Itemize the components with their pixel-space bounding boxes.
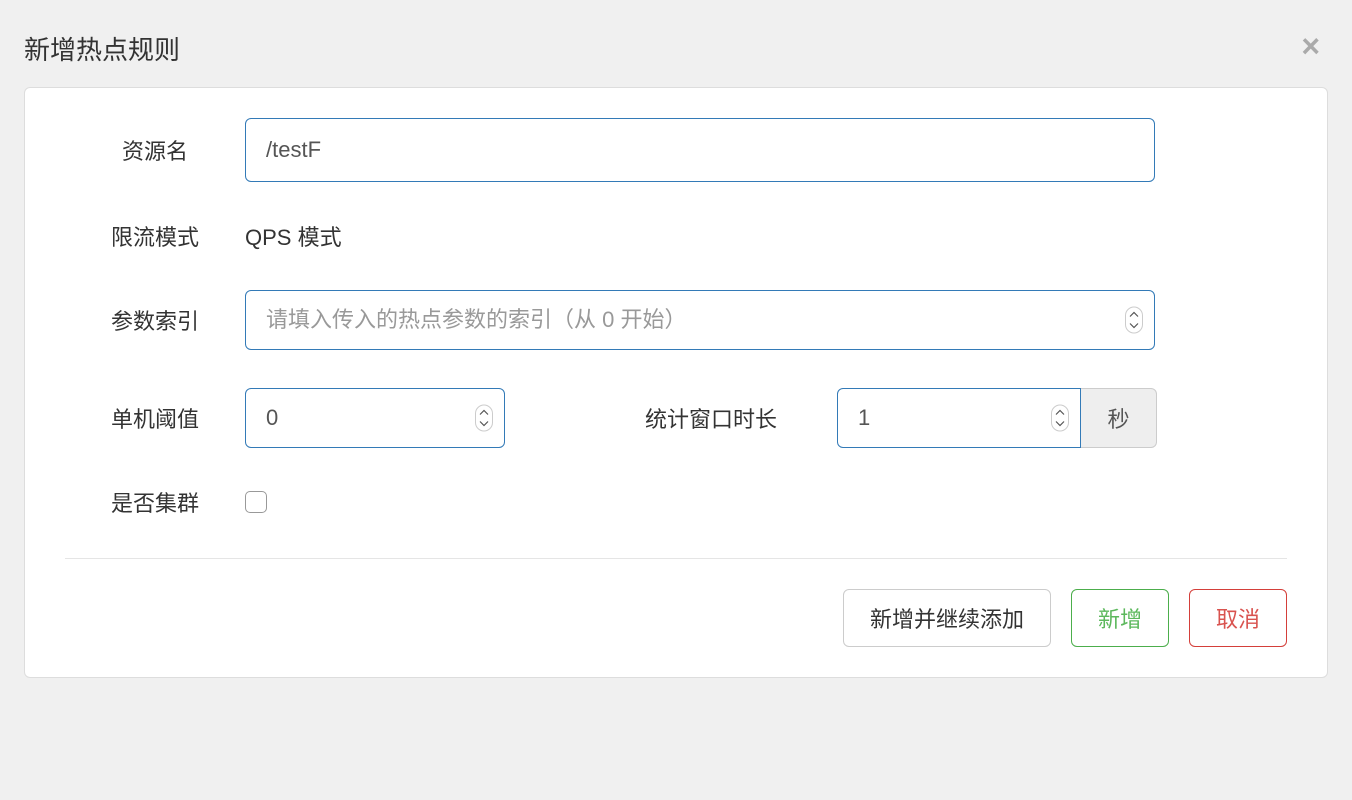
chevron-up-icon[interactable] (1053, 408, 1067, 418)
row-threshold: 单机阈值 统计窗口时长 (65, 388, 1287, 448)
window-spinner[interactable] (1051, 405, 1069, 432)
control-threshold: 统计窗口时长 秒 (245, 388, 1287, 448)
cancel-button[interactable]: 取消 (1189, 589, 1287, 647)
param-index-spinner[interactable] (1125, 307, 1143, 334)
row-param-index: 参数索引 (65, 290, 1287, 350)
label-threshold: 单机阈值 (65, 402, 245, 434)
resource-input[interactable] (245, 118, 1155, 182)
label-window: 统计窗口时长 (645, 402, 777, 434)
chevron-up-icon[interactable] (477, 408, 491, 418)
label-param-index: 参数索引 (65, 304, 245, 336)
label-resource: 资源名 (65, 134, 245, 166)
threshold-group (245, 388, 505, 448)
chevron-down-icon[interactable] (1053, 419, 1067, 429)
label-mode: 限流模式 (65, 220, 245, 252)
label-cluster: 是否集群 (65, 486, 245, 518)
modal-title: 新增热点规则 (24, 30, 180, 67)
close-icon[interactable]: × (1293, 30, 1328, 62)
control-mode: QPS 模式 (245, 220, 1287, 252)
control-param-index (245, 290, 1287, 350)
modal-body: 资源名 限流模式 QPS 模式 参数索引 (24, 87, 1328, 678)
chevron-down-icon[interactable] (1127, 321, 1141, 331)
mode-value: QPS 模式 (245, 220, 342, 252)
window-group: 秒 (837, 388, 1157, 448)
threshold-spinner[interactable] (475, 405, 493, 432)
add-button[interactable]: 新增 (1071, 589, 1169, 647)
chevron-up-icon[interactable] (1127, 310, 1141, 320)
threshold-input[interactable] (245, 388, 505, 448)
control-cluster (245, 491, 1287, 513)
row-mode: 限流模式 QPS 模式 (65, 220, 1287, 252)
window-input[interactable] (837, 388, 1081, 448)
add-continue-button[interactable]: 新增并继续添加 (843, 589, 1051, 647)
modal-footer: 新增并继续添加 新增 取消 (65, 558, 1287, 647)
window-unit: 秒 (1081, 388, 1157, 448)
chevron-down-icon[interactable] (477, 419, 491, 429)
param-index-input[interactable] (245, 290, 1155, 350)
modal-header: 新增热点规则 × (0, 0, 1352, 87)
control-resource (245, 118, 1287, 182)
row-resource: 资源名 (65, 118, 1287, 182)
row-cluster: 是否集群 (65, 486, 1287, 518)
cluster-checkbox[interactable] (245, 491, 267, 513)
